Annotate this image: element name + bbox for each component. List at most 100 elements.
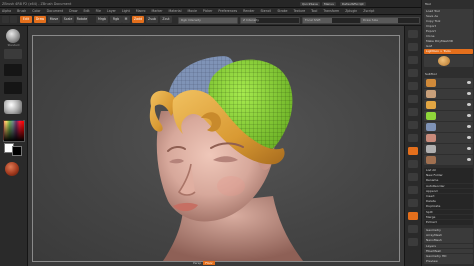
- shelf-slider-draw-size[interactable]: Draw Size: [360, 17, 420, 24]
- shelf-slider-focal-shift[interactable]: Focal Shift: [302, 17, 362, 24]
- subtool-append-button[interactable]: Append: [424, 188, 473, 194]
- shelf-edit-button[interactable]: Edit: [20, 16, 32, 23]
- spix-icon[interactable]: [408, 43, 418, 51]
- alpha-icon[interactable]: [4, 64, 22, 76]
- palette-geometry-section[interactable]: Geometry: [424, 228, 473, 233]
- shelf-move-button[interactable]: Move: [48, 16, 60, 23]
- menu-item-preferences[interactable]: Preferences: [218, 9, 237, 13]
- texture-icon[interactable]: [4, 82, 22, 94]
- menu-item-tool[interactable]: Tool: [311, 9, 317, 13]
- tool-goz-button[interactable]: GoZ: [424, 44, 473, 49]
- tool-load-tool-button[interactable]: Load Tool: [424, 9, 473, 14]
- subtool-autoreorder-button[interactable]: AutoReorder: [424, 183, 473, 189]
- subtool-extract-button[interactable]: Extract: [424, 220, 473, 225]
- tool-copy-tool-button[interactable]: Copy Tool: [424, 19, 473, 24]
- visibility-eye-icon[interactable]: [467, 103, 471, 106]
- menu-item-edit[interactable]: Edit: [83, 9, 89, 13]
- palette-nanomesh-section[interactable]: NanoMesh: [424, 238, 473, 243]
- subtool-item[interactable]: [424, 78, 473, 88]
- menu-item-marker[interactable]: Marker: [152, 9, 163, 13]
- subtool-item[interactable]: [424, 133, 473, 143]
- menu-item-zplugin[interactable]: Zplugin: [345, 9, 357, 13]
- menu-item-file[interactable]: File: [96, 9, 101, 13]
- subtool-merge-button[interactable]: Merge: [424, 214, 473, 220]
- quicksave-button[interactable]: QuickSave: [300, 1, 320, 6]
- tool-import-button[interactable]: Import: [424, 24, 473, 29]
- subtool-item[interactable]: [424, 155, 473, 165]
- subtool-insert-button[interactable]: Insert: [424, 194, 473, 199]
- persp-icon[interactable]: [408, 108, 418, 116]
- document-viewport[interactable]: [32, 35, 400, 262]
- subtool-item[interactable]: [424, 122, 473, 132]
- tool-clone-button[interactable]: Clone: [424, 34, 473, 39]
- palette-fibermesh-section[interactable]: FiberMesh: [424, 248, 473, 254]
- stroke-icon[interactable]: [4, 49, 22, 59]
- visibility-eye-icon[interactable]: [467, 147, 471, 150]
- menus-button[interactable]: Menus: [322, 1, 336, 6]
- tool-save-as-button[interactable]: Save As: [424, 14, 473, 19]
- menu-item-light[interactable]: Light: [122, 9, 130, 13]
- subtool-duplicate-button[interactable]: Duplicate: [424, 204, 473, 209]
- shelf-zadd-toggle[interactable]: Zadd: [132, 16, 144, 23]
- menu-item-alpha[interactable]: Alpha: [2, 9, 11, 13]
- subtool-item[interactable]: [424, 144, 473, 154]
- xyz-icon[interactable]: [408, 147, 418, 155]
- menu-item-movie[interactable]: Movie: [187, 9, 196, 13]
- menu-item-stencil[interactable]: Stencil: [261, 9, 272, 13]
- zoom-icon[interactable]: [408, 69, 418, 77]
- visibility-eye-icon[interactable]: [467, 158, 471, 161]
- default-zscript-button[interactable]: DefaultZScript: [340, 1, 366, 6]
- menu-item-brush[interactable]: Brush: [17, 9, 26, 13]
- palette-geometry-hd-section[interactable]: Geometry HD: [424, 254, 473, 259]
- polyf-icon[interactable]: [408, 212, 418, 220]
- projection-master-icon[interactable]: [2, 16, 9, 23]
- palette-preview-section[interactable]: Preview: [424, 259, 473, 264]
- menu-item-draw[interactable]: Draw: [69, 9, 77, 13]
- menu-item-material[interactable]: Material: [169, 9, 182, 13]
- subtool-split-button[interactable]: Split: [424, 209, 473, 215]
- rotate-icon[interactable]: [408, 199, 418, 207]
- subtool-item[interactable]: [424, 100, 473, 110]
- menu-item-zscript[interactable]: Zscript: [363, 9, 374, 13]
- transp-icon[interactable]: [408, 225, 418, 233]
- subtool-new-folder-button[interactable]: New Folder: [424, 173, 473, 178]
- subtool-item[interactable]: [424, 111, 473, 121]
- visibility-eye-icon[interactable]: [467, 125, 471, 128]
- head-model[interactable]: [33, 36, 399, 261]
- subtool-list-all-button[interactable]: List All: [424, 168, 473, 173]
- floor-icon[interactable]: [408, 121, 418, 129]
- palette-layers-section[interactable]: Layers: [424, 243, 473, 249]
- tool-make-polymesh3d-button[interactable]: Make PolyMesh3D: [424, 39, 473, 44]
- menu-item-stroke[interactable]: Stroke: [277, 9, 287, 13]
- bpr-icon[interactable]: [408, 30, 418, 38]
- matcap-material-icon[interactable]: [5, 162, 19, 176]
- scroll-icon[interactable]: [408, 56, 418, 64]
- subtool-delete-button[interactable]: Delete: [424, 199, 473, 204]
- current-tool-thumbnail[interactable]: [424, 55, 473, 67]
- palette-arraymesh-section[interactable]: ArrayMesh: [424, 233, 473, 238]
- shelf-zsub-toggle[interactable]: Zsub: [146, 16, 158, 23]
- scale-icon[interactable]: [408, 186, 418, 194]
- menu-item-macro[interactable]: Macro: [136, 9, 146, 13]
- shelf-m-toggle[interactable]: M: [122, 16, 130, 23]
- local-icon[interactable]: [408, 134, 418, 142]
- shelf-rgb-toggle[interactable]: Rgb: [110, 16, 122, 23]
- menu-item-texture[interactable]: Texture: [293, 9, 305, 13]
- lightbox-icon[interactable]: [10, 16, 17, 23]
- tool-export-button[interactable]: Export: [424, 29, 473, 34]
- move-icon[interactable]: [408, 173, 418, 181]
- shelf-rotate-button[interactable]: Rotate: [76, 16, 88, 23]
- material-sphere-icon[interactable]: [4, 100, 22, 114]
- menu-item-color[interactable]: Color: [32, 9, 40, 13]
- menu-item-transform[interactable]: Transform: [323, 9, 339, 13]
- subtool-rename-button[interactable]: Rename: [424, 178, 473, 183]
- frame-icon[interactable]: [408, 160, 418, 168]
- visibility-eye-icon[interactable]: [467, 92, 471, 95]
- menu-item-document[interactable]: Document: [47, 9, 64, 13]
- shelf-slider-z-intensity[interactable]: Z Intensity: [240, 17, 300, 24]
- visibility-eye-icon[interactable]: [467, 114, 471, 117]
- secondary-color-swatch[interactable]: [12, 146, 22, 156]
- menu-item-render[interactable]: Render: [243, 9, 254, 13]
- menu-item-picker[interactable]: Picker: [203, 9, 213, 13]
- floor-chip[interactable]: Floor: [203, 261, 215, 265]
